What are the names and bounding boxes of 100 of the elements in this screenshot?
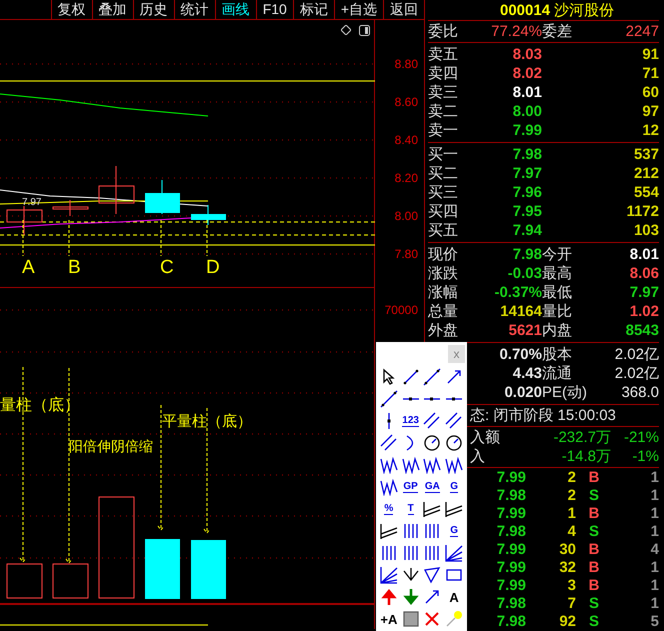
vertical-bars-icon[interactable] (423, 522, 442, 540)
price-axis-label: 7.80 (394, 248, 418, 260)
quote-label: 现价 (428, 245, 459, 264)
toolbar-tab[interactable]: 标记 (292, 0, 334, 19)
zigzag-icon[interactable] (423, 456, 442, 474)
quote-value: -0.37% (493, 283, 542, 302)
tick-volume: 2 (566, 487, 576, 505)
zigzag-icon[interactable] (380, 478, 398, 496)
volume-bar (6, 564, 42, 598)
volume-bar (191, 540, 226, 599)
text-tool-icon[interactable]: A (449, 590, 459, 604)
tick-price: 7.98 (496, 595, 526, 613)
toolbar-tab[interactable]: 历史 (132, 0, 174, 19)
parallel-lines-icon[interactable] (380, 434, 398, 452)
fan-lines-icon[interactable] (380, 566, 398, 584)
zigzag-icon[interactable] (380, 456, 398, 474)
quote-label: PE(动) (542, 383, 588, 402)
tick-volume: 1 (566, 505, 576, 523)
panel-toggle-icon[interactable] (359, 25, 370, 36)
order-volume: 91 (641, 45, 659, 64)
diamond-icon[interactable] (341, 25, 351, 35)
point-label: A (22, 258, 35, 277)
quote-value: -232.7万 (552, 428, 611, 447)
quote-value: -14.8万 (560, 447, 611, 466)
stock-name: 沙河股份 (554, 0, 614, 20)
arrow-tool-icon[interactable] (423, 588, 442, 606)
toolbar-tab[interactable]: 画线 (214, 0, 256, 19)
circle-icon[interactable] (445, 434, 464, 452)
line-tool-icon[interactable] (402, 368, 420, 386)
order-price: 7.98 (512, 145, 542, 164)
tick-volume: 7 (566, 595, 576, 613)
line-tool-icon[interactable] (380, 390, 398, 408)
fan-lines-icon[interactable] (445, 544, 464, 562)
order-volume: 554 (632, 183, 659, 202)
quote-label: 内盘 (542, 321, 573, 340)
order-volume: 537 (632, 145, 659, 164)
quote-label: 委差 (542, 22, 573, 41)
candlestick (145, 180, 180, 214)
order-volume: 12 (641, 121, 659, 140)
channel-icon[interactable] (445, 500, 464, 518)
order-level-label: 买三 (428, 183, 459, 202)
tick-volume: 92 (558, 613, 576, 631)
parallel-lines-icon[interactable] (445, 412, 464, 430)
order-level-label: 卖五 (428, 45, 459, 64)
leader-line (68, 220, 70, 256)
price-axis-label: 8.80 (394, 58, 418, 70)
up-arrow-icon[interactable] (380, 588, 398, 606)
vertical-bars-icon[interactable] (402, 544, 420, 562)
tick-count: 1 (650, 595, 659, 613)
text-tool-icon[interactable]: +A (380, 612, 398, 626)
toolbar-tab[interactable]: F10 (256, 0, 293, 19)
toolbar-tab[interactable]: +自选 (334, 0, 383, 19)
channel-icon[interactable] (423, 500, 442, 518)
chart-note: 阳倍伸阴倍缩 (69, 439, 153, 453)
quote-label: 涨幅 (428, 283, 459, 302)
price-axis-label: 8.00 (394, 210, 418, 222)
tick-side: B (588, 577, 600, 595)
quote-value: 4.43 (512, 364, 542, 383)
channel-icon[interactable] (380, 522, 398, 540)
zigzag-icon[interactable] (402, 456, 420, 474)
order-level-label: 买四 (428, 202, 459, 221)
delete-icon[interactable] (423, 610, 442, 628)
vertical-bars-icon[interactable] (380, 544, 398, 562)
triangle-icon[interactable] (423, 566, 442, 584)
tick-count: 1 (650, 505, 659, 523)
quote-label: 量比 (542, 302, 573, 321)
flow-label: 入 (470, 447, 486, 466)
line-tool-icon[interactable] (423, 368, 442, 386)
vertical-bars-icon[interactable] (423, 544, 442, 562)
tick-price: 7.99 (496, 541, 526, 559)
order-level-label: 卖一 (428, 121, 459, 140)
tick-side: S (588, 613, 600, 631)
arrow-tool-icon[interactable] (445, 368, 464, 386)
market-status: 态: 闭市阶段 15:00:03 (470, 407, 616, 424)
toolbar-tab[interactable]: 统计 (174, 0, 215, 19)
volume-bar (52, 564, 88, 598)
flow-label: 入额 (470, 428, 501, 447)
parallel-lines-icon[interactable] (423, 412, 442, 430)
square-icon[interactable] (402, 610, 420, 628)
tick-price: 7.98 (496, 523, 526, 541)
toolbar-tab[interactable]: 返回 (383, 0, 424, 19)
circle-icon[interactable] (423, 434, 442, 452)
toolbar-tab[interactable]: 叠加 (92, 0, 133, 19)
tick-side: S (588, 595, 600, 613)
tick-count: 1 (650, 559, 659, 577)
toolbar-tab[interactable]: 复权 (50, 0, 92, 19)
zigzag-icon[interactable] (445, 456, 464, 474)
order-volume: 71 (641, 64, 659, 83)
down-arrow-icon[interactable] (402, 588, 420, 606)
quote-label: 外盘 (428, 321, 459, 340)
order-volume: 103 (632, 221, 659, 240)
quote-label: 委比 (428, 22, 459, 41)
order-price: 8.03 (512, 45, 542, 64)
quote-value: 8.06 (628, 264, 659, 283)
quote-label: 今开 (542, 245, 573, 264)
vertical-bars-icon[interactable] (402, 522, 420, 540)
quote-value: 8.01 (628, 245, 659, 264)
quote-value: 7.97 (628, 283, 659, 302)
tick-side: B (588, 505, 600, 523)
tick-price: 7.99 (496, 559, 526, 577)
